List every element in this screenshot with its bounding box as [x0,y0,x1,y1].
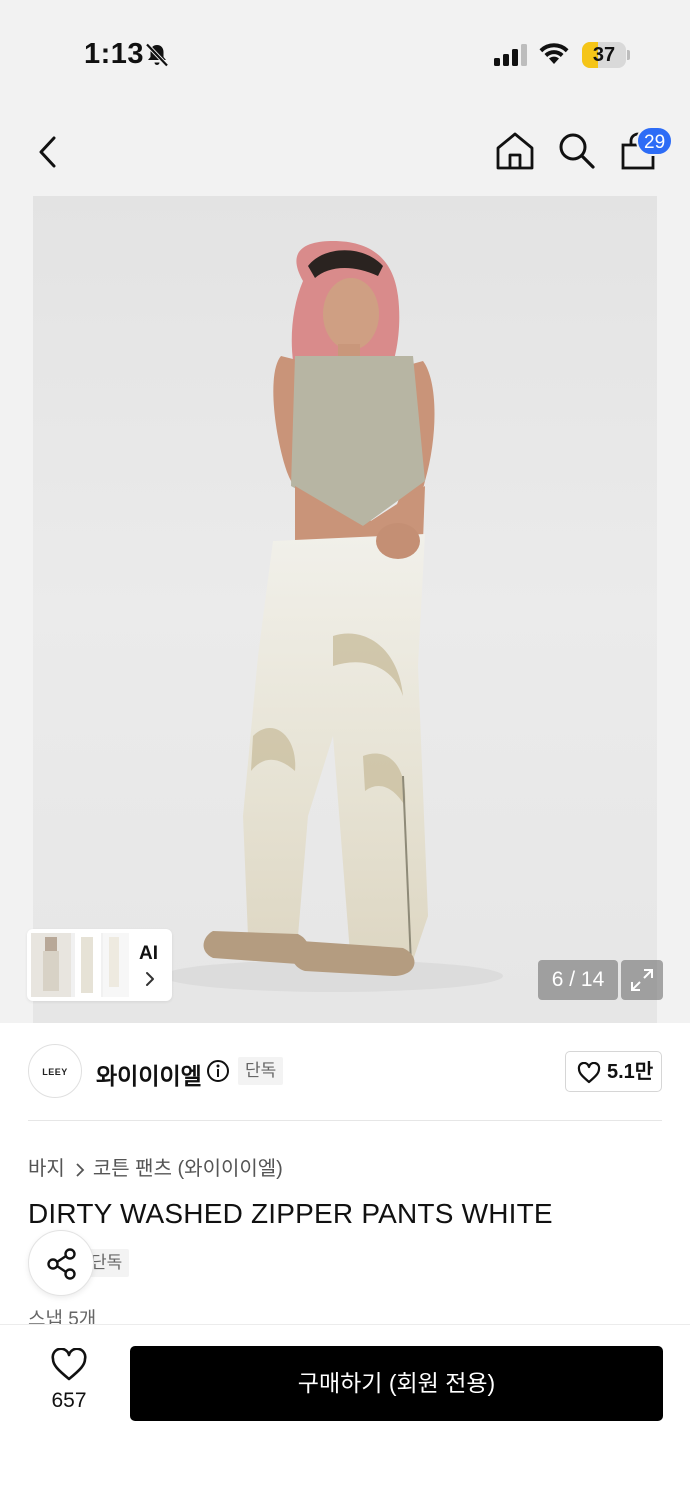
brand-name[interactable]: 와이이이엘 [96,1057,202,1091]
buy-button[interactable]: 구매하기 (회원 전용) [130,1346,663,1421]
share-icon [47,1248,76,1280]
chevron-right-icon [146,972,154,986]
brand-logo[interactable]: LEEY [28,1044,82,1098]
bell-slash-icon [145,43,169,67]
wish-count: 657 [51,1389,87,1412]
brand-like-button[interactable]: 5.1만 [565,1051,662,1092]
share-button[interactable] [28,1230,94,1296]
breadcrumb-item-category[interactable]: 바지 [28,1158,65,1180]
heart-icon[interactable] [50,1348,88,1382]
model-photo [163,241,503,992]
brand-like-count: 5.1만 [607,1061,654,1083]
ai-label: AI [139,943,158,964]
image-counter: 6 / 14 [538,960,618,1000]
expand-button[interactable] [621,960,663,1000]
wifi-icon [539,43,569,64]
snap-count[interactable]: 스냅 5개 [28,1304,96,1324]
signal-icon [494,44,527,66]
search-icon[interactable] [556,130,596,170]
breadcrumb-item-subcategory[interactable]: 코튼 팬츠 (와이이이엘) [93,1158,283,1180]
info-icon[interactable] [206,1059,230,1083]
cart-count-badge[interactable]: 29 [636,126,674,156]
battery-indicator: 37 [582,42,630,68]
back-chevron-icon[interactable] [30,130,70,174]
brand-exclusive-tag: 단독 [238,1057,284,1085]
ai-thumbnail-strip [31,933,129,997]
breadcrumb: 바지 코튼 팬츠 (와이이이엘) [28,1152,283,1181]
product-image[interactable] [33,196,657,1023]
heart-icon [577,1062,601,1084]
product-title: DIRTY WASHED ZIPPER PANTS WHITE [28,1198,553,1229]
ai-similar-card[interactable]: AI [27,929,172,1001]
battery-level: 37 [592,44,616,66]
divider [28,1120,662,1121]
expand-icon [631,969,653,991]
home-icon[interactable] [494,130,536,172]
status-time: 1:13 [84,38,145,70]
chevron-right-icon [76,1163,85,1177]
